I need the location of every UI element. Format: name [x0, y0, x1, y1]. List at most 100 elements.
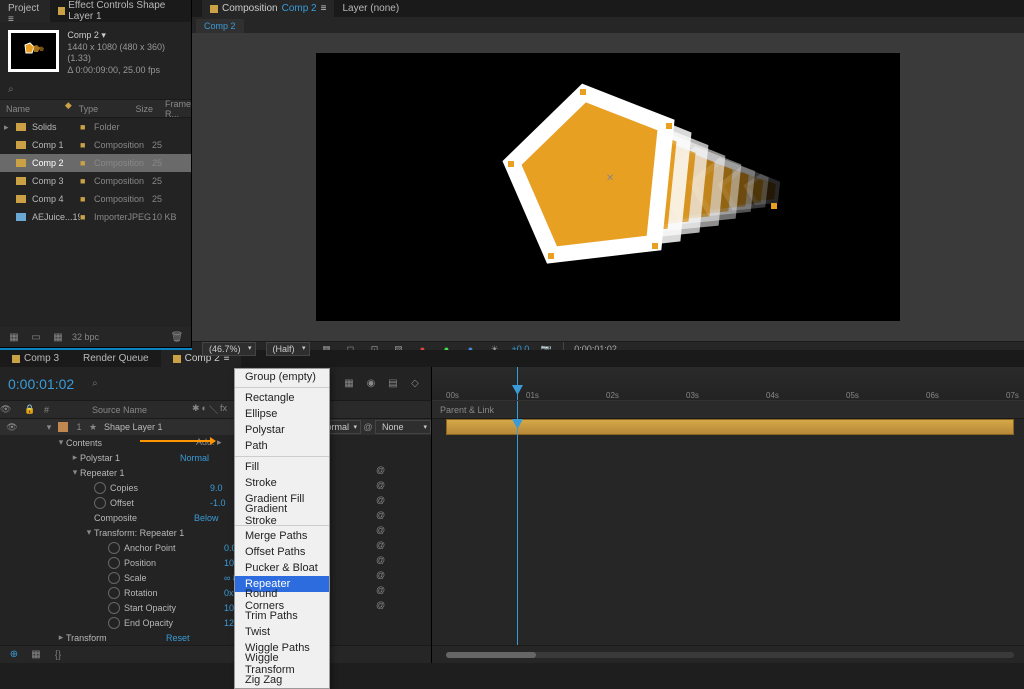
menu-twist[interactable]: Twist: [235, 624, 329, 640]
toggle-in-out-icon[interactable]: ｛｝: [50, 647, 66, 663]
tag-icon[interactable]: ◇: [407, 376, 423, 392]
expression-link-icon[interactable]: @: [376, 495, 385, 505]
prop-value[interactable]: -1.0: [210, 498, 226, 508]
graph-editor-icon[interactable]: ▤: [385, 376, 401, 392]
prop-scale[interactable]: Scale∞ 83.0,83.0%: [0, 570, 431, 585]
timecode[interactable]: 0:00:01:02: [8, 376, 74, 392]
tab-render-queue[interactable]: Render Queue: [71, 350, 161, 367]
project-item-aejuice---19-jpeg[interactable]: AEJuice...19.jpeg■ImporterJPEG10 KB: [0, 208, 191, 226]
expression-link-icon[interactable]: @: [376, 585, 385, 595]
expression-link-icon[interactable]: @: [376, 465, 385, 475]
motion-blur-icon[interactable]: ◉: [363, 376, 379, 392]
menu-polystar[interactable]: Polystar: [235, 422, 329, 438]
new-comp-icon[interactable]: ▦: [50, 329, 66, 345]
parent-link-icon[interactable]: @: [361, 422, 375, 432]
col-name[interactable]: Name: [0, 100, 65, 117]
prop-transform--repeater-1[interactable]: ▾Transform: Repeater 1: [0, 525, 431, 540]
prop-offset[interactable]: Offset-1.0: [0, 495, 431, 510]
timeline-search-icon[interactable]: ⌕: [92, 378, 98, 389]
interpret-icon[interactable]: ▦: [6, 329, 22, 345]
frame-blend-icon[interactable]: ▦: [341, 376, 357, 392]
menu-stroke[interactable]: Stroke: [235, 475, 329, 491]
col-framerate[interactable]: Frame R...: [165, 100, 191, 117]
menu-gradient-stroke[interactable]: Gradient Stroke: [235, 507, 329, 523]
stopwatch-icon[interactable]: [108, 572, 120, 584]
menu-trim-paths[interactable]: Trim Paths: [235, 608, 329, 624]
menu-merge-paths[interactable]: Merge Paths: [235, 528, 329, 544]
prop-polystar-1[interactable]: ▸Polystar 1Normal: [0, 450, 431, 465]
layer-color-tag[interactable]: [58, 422, 68, 432]
menu-offset-paths[interactable]: Offset Paths: [235, 544, 329, 560]
project-item-comp-3[interactable]: Comp 3■Composition25: [0, 172, 191, 190]
menu-ellipse[interactable]: Ellipse: [235, 406, 329, 422]
comp-breadcrumb[interactable]: Comp 2: [196, 19, 244, 33]
prop-rotation[interactable]: Rotation0x+3.0°: [0, 585, 431, 600]
zoom-select[interactable]: (46.7%): [202, 342, 256, 356]
prop-composite[interactable]: CompositeBelow: [0, 510, 431, 525]
trash-icon[interactable]: 🗑: [169, 329, 185, 345]
project-item-solids[interactable]: ▸Solids■Folder: [0, 118, 191, 136]
menu-zig-zag[interactable]: Zig Zag: [235, 672, 329, 688]
stopwatch-icon[interactable]: [108, 602, 120, 614]
expression-link-icon[interactable]: @: [376, 555, 385, 565]
tab-comp3[interactable]: Comp 3: [0, 350, 71, 367]
resolution-select[interactable]: (Half): [266, 342, 310, 356]
layer-row-shape1[interactable]: 👁 ▾ 1 ★ Shape Layer 1 ▢ ▢ ／ Normal @ Non…: [0, 419, 431, 435]
stopwatch-icon[interactable]: [94, 482, 106, 494]
project-item-comp-1[interactable]: Comp 1■Composition25: [0, 136, 191, 154]
prop-copies[interactable]: Copies9.0: [0, 480, 431, 495]
prop-value[interactable]: 9.0: [210, 483, 223, 493]
parent-select[interactable]: None: [375, 420, 431, 434]
expression-link-icon[interactable]: @: [376, 510, 385, 520]
prop-value[interactable]: Normal: [180, 453, 209, 463]
tab-project[interactable]: Project ≡: [0, 0, 50, 22]
menu-fill[interactable]: Fill: [235, 459, 329, 475]
prop-value[interactable]: Below: [194, 513, 219, 523]
stopwatch-icon[interactable]: [108, 587, 120, 599]
col-size[interactable]: Size: [136, 100, 165, 117]
stopwatch-icon[interactable]: [94, 497, 106, 509]
tab-composition[interactable]: Composition Comp 2 ≡: [202, 0, 334, 17]
menu-round-corners[interactable]: Round Corners: [235, 592, 329, 608]
canvas[interactable]: ✕: [316, 53, 900, 321]
expression-link-icon[interactable]: @: [376, 540, 385, 550]
menu-pucker---bloat[interactable]: Pucker & Bloat: [235, 560, 329, 576]
tab-effect-controls[interactable]: Effect Controls Shape Layer 1: [50, 0, 191, 22]
menu-rectangle[interactable]: Rectangle: [235, 390, 329, 406]
expression-link-icon[interactable]: @: [376, 570, 385, 580]
prop-position[interactable]: Position100.0,0.0: [0, 555, 431, 570]
project-item-comp-2[interactable]: Comp 2■Composition25: [0, 154, 191, 172]
stopwatch-icon[interactable]: [108, 617, 120, 629]
layer-name[interactable]: Shape Layer 1: [100, 422, 253, 432]
playhead[interactable]: [517, 367, 518, 400]
stopwatch-icon[interactable]: [108, 557, 120, 569]
prop-end-opacity[interactable]: End Opacity12.0%: [0, 615, 431, 630]
menu-wiggle-paths[interactable]: Wiggle Paths: [235, 640, 329, 656]
prop-repeater-1[interactable]: ▾Repeater 1: [0, 465, 431, 480]
new-folder-icon[interactable]: ▭: [28, 329, 44, 345]
visibility-icon[interactable]: 👁: [0, 422, 24, 433]
menu-wiggle-transform[interactable]: Wiggle Transform: [235, 656, 329, 672]
menu-group--empty-[interactable]: Group (empty): [235, 369, 329, 385]
expression-link-icon[interactable]: @: [376, 600, 385, 610]
layer-bar[interactable]: [446, 419, 1014, 435]
expression-link-icon[interactable]: @: [376, 525, 385, 535]
col-type[interactable]: Type: [79, 100, 136, 117]
toggle-modes-icon[interactable]: ▦: [28, 647, 44, 663]
menu-path[interactable]: Path: [235, 438, 329, 454]
stopwatch-icon[interactable]: [108, 542, 120, 554]
prop-transform[interactable]: ▸TransformReset: [0, 630, 431, 645]
expression-link-icon[interactable]: @: [376, 480, 385, 490]
composition-viewer[interactable]: ✕: [192, 33, 1024, 341]
composition-thumbnail[interactable]: [8, 30, 59, 72]
bpc-label[interactable]: 32 bpc: [72, 332, 99, 342]
track-area[interactable]: @@@@@@@@@@: [432, 419, 1024, 645]
tab-layer[interactable]: Layer (none): [334, 0, 407, 17]
project-item-comp-4[interactable]: Comp 4■Composition25: [0, 190, 191, 208]
project-search[interactable]: ⌕: [0, 80, 191, 100]
col-source-name[interactable]: Source Name: [72, 405, 192, 415]
time-ruler[interactable]: 00s01s02s03s04s05s06s07s: [432, 367, 1024, 401]
prop-anchor-point[interactable]: Anchor Point0.0,0.0: [0, 540, 431, 555]
toggle-switches-icon[interactable]: ⊕: [6, 647, 22, 663]
prop-value[interactable]: Reset: [166, 633, 190, 643]
